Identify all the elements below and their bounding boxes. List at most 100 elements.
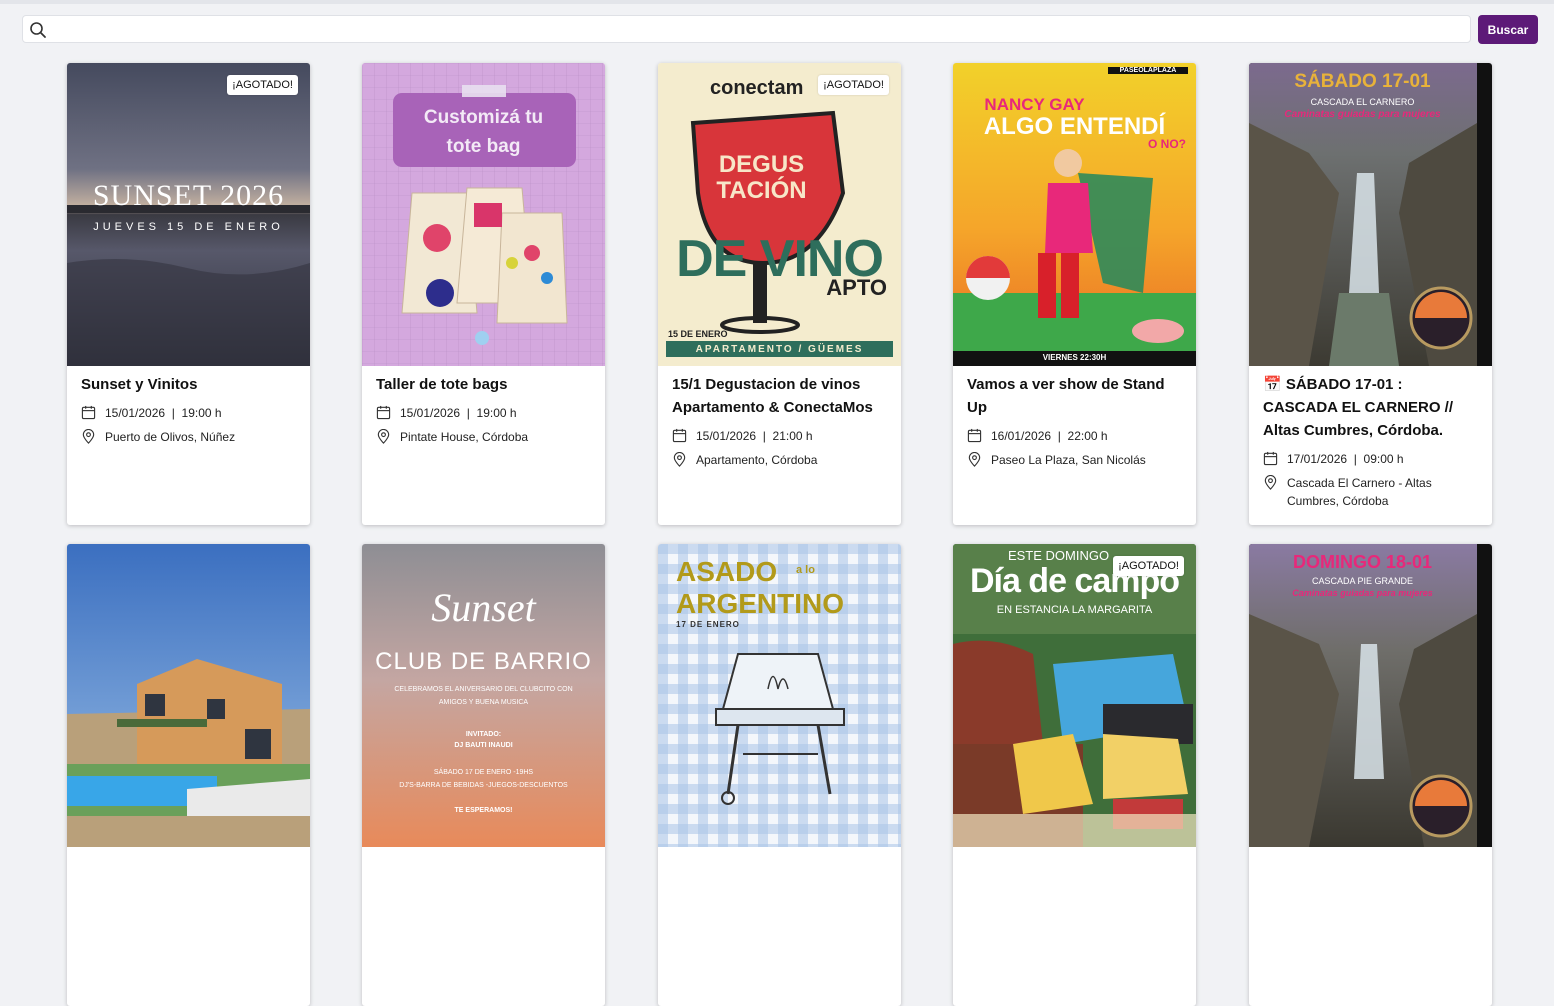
poster-subtitle: JUEVES 15 DE ENERO [93, 221, 284, 233]
location-pin-icon [377, 429, 390, 444]
event-time-value: 19:00 h [476, 406, 517, 420]
event-date: 15/01/2026 | 21:00 h [672, 427, 887, 445]
poster-line: DJ BAUTI INAUDI [454, 742, 513, 749]
event-poster: ESTE DOMINGO Día de campo EN ESTANCIA LA… [953, 544, 1196, 847]
poster-line: AMIGOS Y BUENA MUSICA [438, 699, 529, 706]
event-title[interactable]: 15/1 Degustacion de vinos Apartamento & … [672, 373, 887, 419]
location-pin-icon [673, 452, 686, 467]
event-time-value: 09:00 h [1363, 452, 1404, 466]
event-date-value: 15/01/2026 [105, 406, 166, 420]
poster-brand: conectam [710, 77, 804, 99]
poster-brand: PASEOLAPLAZA [1108, 67, 1188, 74]
event-date: 17/01/2026 | 09:00 h [1263, 450, 1478, 468]
event-card[interactable]: Sunset CLUB DE BARRIO CELEBRAMOS EL ANIV… [362, 544, 605, 1006]
event-time-value: 21:00 h [772, 429, 813, 443]
poster-headline: SUNSET 2026 [92, 179, 285, 212]
search-input[interactable] [57, 19, 1461, 41]
event-date-value: 15/01/2026 [696, 429, 757, 443]
poster-subtitle: CASCADA PIE GRANDE [1311, 576, 1414, 586]
event-poster: PASEOLAPLAZA NANCY GAY ALGO ENTENDÍ O NO… [953, 63, 1196, 366]
poster-subtitle: EN ESTANCIA LA MARGARITA [996, 604, 1153, 616]
event-location-value: Puerto de Olivos, Núñez [105, 430, 236, 444]
poster-line: SÁBADO 17 DE ENERO -19HS [433, 769, 534, 776]
event-location-value: Cascada El Carnero - Altas Cumbres, Córd… [1287, 476, 1432, 508]
top-border [0, 0, 1554, 4]
sold-out-badge: ¡AGOTADO! [1113, 556, 1184, 576]
event-title[interactable]: 📅 SÁBADO 17-01 : CASCADA EL CARNERO // A… [1263, 373, 1478, 442]
event-date-value: 15/01/2026 [400, 406, 461, 420]
event-time-value: 22:00 h [1067, 429, 1108, 443]
poster-line: a lo [796, 564, 815, 576]
poster-footer: VIERNES 22:30H [1042, 353, 1107, 362]
event-card[interactable]: PASEOLAPLAZA NANCY GAY ALGO ENTENDÍ O NO… [953, 63, 1196, 525]
event-card[interactable]: SÁBADO 17-01 CASCADA EL CARNERO Caminata… [1249, 63, 1492, 525]
poster-headline: Sunset [431, 585, 536, 630]
sold-out-badge: ¡AGOTADO! [227, 75, 298, 95]
event-location-value: Apartamento, Córdoba [696, 453, 818, 467]
poster-subtitle: tote bag [446, 136, 521, 157]
event-poster: ASADO a lo ARGENTINO 17 DE ENERO [658, 544, 901, 847]
poster-line: TACIÓN [716, 177, 807, 204]
calendar-icon [1263, 451, 1278, 466]
event-date-value: 16/01/2026 [991, 429, 1052, 443]
event-title[interactable]: Vamos a ver show de Stand Up [967, 373, 1182, 419]
location-pin-icon [1264, 475, 1277, 490]
poster-subtitle: CLUB DE BARRIO [375, 648, 592, 675]
event-card[interactable]: ASADO a lo ARGENTINO 17 DE ENERO [658, 544, 901, 1006]
event-date: 15/01/2026 | 19:00 h [81, 404, 296, 422]
event-poster: SÁBADO 17-01 CASCADA EL CARNERO Caminata… [1249, 63, 1492, 366]
event-title[interactable]: Sunset y Vinitos [81, 373, 296, 396]
poster-subtitle: CASCADA EL CARNERO [1310, 97, 1415, 107]
event-card[interactable]: DOMINGO 18-01 CASCADA PIE GRANDE Caminat… [1249, 544, 1492, 1006]
poster-date: 15 DE ENERO [668, 329, 728, 339]
calendar-icon [376, 405, 391, 420]
calendar-icon [81, 405, 96, 420]
poster-line: TE ESPERAMOS! [454, 807, 513, 814]
event-title[interactable]: Taller de tote bags [376, 373, 591, 396]
event-poster [67, 544, 310, 847]
event-location-value: Pintate House, Córdoba [400, 430, 529, 444]
calendar-icon [967, 428, 982, 443]
event-poster: conectam DEGUS TACIÓN DE VINO APTO 15 DE… [658, 63, 901, 366]
poster-line: INVITADO: [465, 731, 502, 738]
event-time-value: 19:00 h [181, 406, 222, 420]
poster-tagline: Caminatas guiadas para mujeres [1292, 588, 1433, 598]
event-card[interactable]: Customizá tu tote bag Taller de tote bag… [362, 63, 605, 525]
poster-headline: SÁBADO 17-01 [1294, 71, 1431, 92]
event-card[interactable]: conectam DEGUS TACIÓN DE VINO APTO 15 DE… [658, 63, 901, 525]
event-location: Puerto de Olivos, Núñez [81, 428, 296, 446]
calendar-icon [672, 428, 687, 443]
event-location: Cascada El Carnero - Altas Cumbres, Córd… [1263, 474, 1478, 510]
search-bar[interactable] [22, 15, 1471, 43]
poster-artist: NANCY GAY [984, 95, 1085, 114]
sold-out-badge: ¡AGOTADO! [818, 75, 889, 95]
event-poster: Customizá tu tote bag [362, 63, 605, 366]
poster-line: CELEBRAMOS EL ANIVERSARIO DEL CLUBCITO C… [394, 686, 573, 693]
poster-subtitle: ARGENTINO [676, 588, 844, 619]
poster-date: 17 DE ENERO [676, 620, 740, 629]
location-pin-icon [968, 452, 981, 467]
event-date-value: 17/01/2026 [1287, 452, 1348, 466]
poster-line: DEGUS [718, 151, 805, 178]
event-poster: SUNSET 2026 JUEVES 15 DE ENERO [67, 63, 310, 366]
search-icon [30, 22, 46, 38]
event-location: Pintate House, Córdoba [376, 428, 591, 446]
poster-headline: Customizá tu [423, 107, 544, 128]
event-poster: Sunset CLUB DE BARRIO CELEBRAMOS EL ANIV… [362, 544, 605, 847]
poster-line: APTO [826, 275, 887, 300]
poster-headline: DOMINGO 18-01 [1292, 552, 1433, 572]
event-card[interactable]: SUNSET 2026 JUEVES 15 DE ENERO ¡AGOTADO!… [67, 63, 310, 525]
poster-line: O NO? [1148, 137, 1186, 151]
poster-headline: ASADO [676, 556, 778, 587]
event-date: 16/01/2026 | 22:00 h [967, 427, 1182, 445]
event-location: Apartamento, Córdoba [672, 451, 887, 469]
event-location-value: Paseo La Plaza, San Nicolás [991, 453, 1146, 467]
event-location: Paseo La Plaza, San Nicolás [967, 451, 1182, 469]
poster-line: DJ'S-BARRA DE BEBIDAS -JUEGOS-DESCUENTOS [399, 782, 568, 789]
search-button[interactable]: Buscar [1478, 15, 1538, 44]
poster-venue: APARTAMENTO / GÜEMES [695, 344, 864, 355]
poster-tagline: Caminatas guiadas para mujeres [1284, 109, 1441, 120]
event-card[interactable] [67, 544, 310, 1006]
event-card[interactable]: ESTE DOMINGO Día de campo EN ESTANCIA LA… [953, 544, 1196, 1006]
event-date: 15/01/2026 | 19:00 h [376, 404, 591, 422]
